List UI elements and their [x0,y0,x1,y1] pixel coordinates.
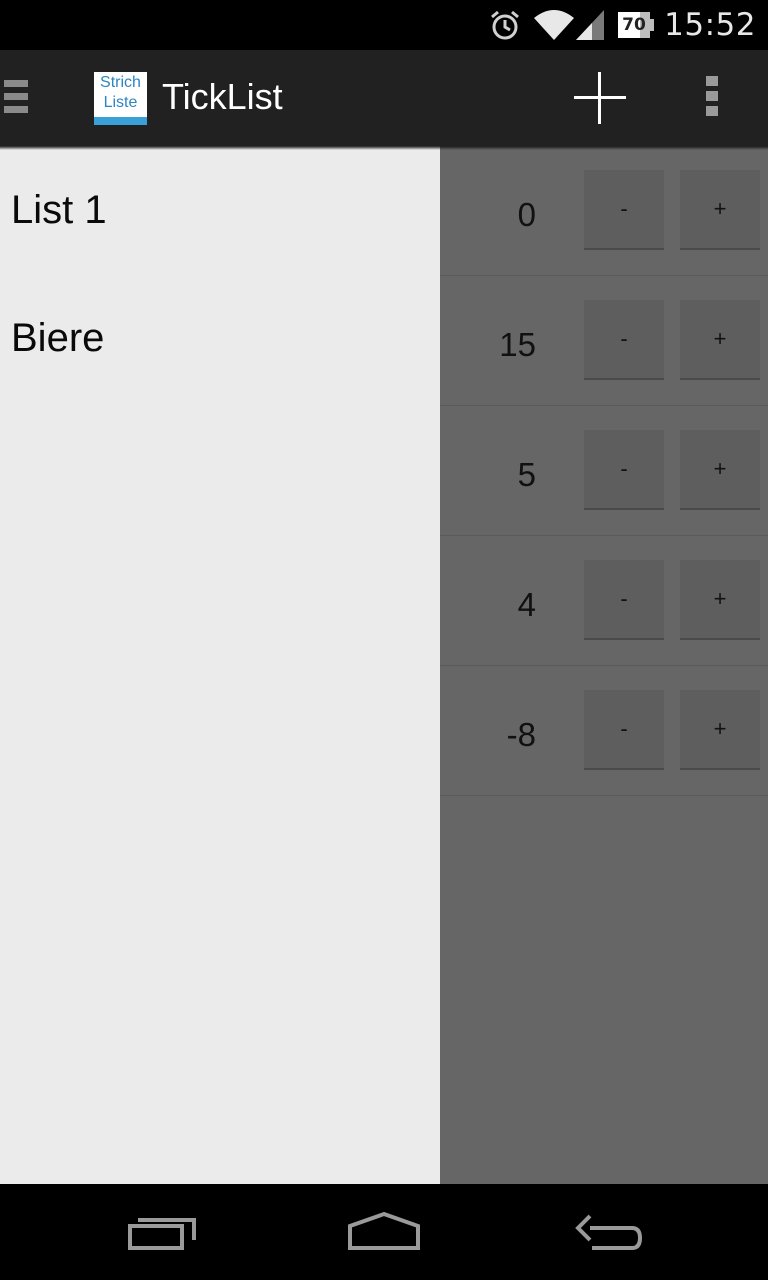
add-list-button[interactable] [568,68,632,128]
status-bar: 70 15:52 [0,0,768,50]
logo-line2: Liste [103,94,138,111]
drawer-item-list-1[interactable]: List 1 [11,188,107,233]
overflow-menu-icon[interactable] [700,76,724,120]
wifi-icon [534,10,575,40]
counter-row: 0 - + [440,146,768,276]
drawer-toggle-icon[interactable] [4,80,28,118]
counter-row: -8 - + [440,666,768,796]
counter-row: 4 - + [440,536,768,666]
counter-value: 5 [517,456,536,493]
decrement-button[interactable]: - [584,300,664,378]
app-logo[interactable]: Strich Liste [94,72,147,125]
increment-button[interactable]: + [680,560,760,638]
increment-button[interactable]: + [680,170,760,248]
increment-button[interactable]: + [680,430,760,508]
counter-row: 15 - + [440,276,768,406]
back-icon[interactable] [570,1208,650,1258]
battery-level: 70 [622,15,646,35]
status-icons: 70 15:52 [488,0,756,50]
counter-value: 0 [517,196,536,233]
action-bar: Strich Liste TickList [0,50,768,146]
counter-value: -8 [506,716,536,753]
navigation-drawer: List 1 Biere [0,146,440,1184]
home-icon[interactable] [344,1208,424,1258]
signal-icon [576,10,605,40]
status-time: 15:52 [664,7,756,43]
recent-apps-icon[interactable] [122,1208,202,1258]
decrement-button[interactable]: - [584,430,664,508]
counter-value: 15 [499,326,536,363]
decrement-button[interactable]: - [584,690,664,768]
decrement-button[interactable]: - [584,560,664,638]
increment-button[interactable]: + [680,300,760,378]
alarm-icon [491,10,520,40]
decrement-button[interactable]: - [584,170,664,248]
battery-icon: 70 [618,12,655,38]
drawer-item-biere[interactable]: Biere [11,316,104,361]
counter-row: 5 - + [440,406,768,536]
app-title: TickList [162,76,283,117]
system-nav-bar [0,1184,768,1280]
logo-line1: Strich [100,74,141,91]
action-bar-shadow [0,146,768,150]
increment-button[interactable]: + [680,690,760,768]
counter-value: 4 [517,586,536,623]
